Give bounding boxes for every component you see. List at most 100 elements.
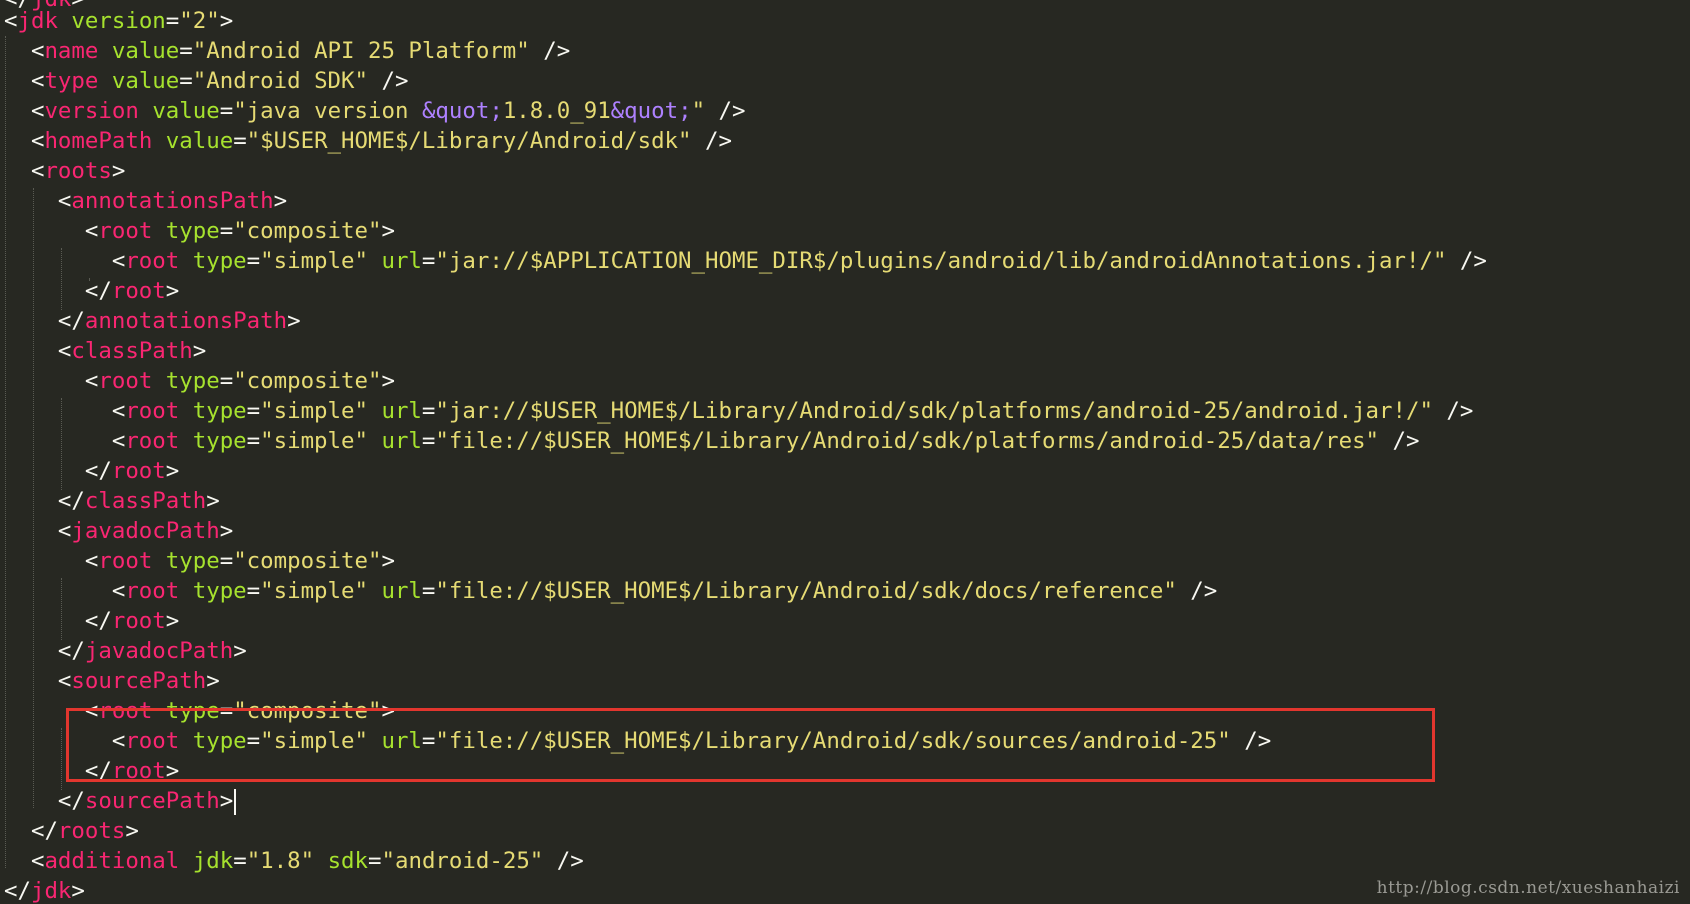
token-punctuation <box>152 698 165 724</box>
token-tag-name: root <box>125 728 180 754</box>
token-attribute-name: sdk <box>327 848 369 874</box>
token-punctuation: < <box>4 698 99 724</box>
token-tag-name: roots <box>57 818 126 844</box>
token-attribute-value: "simple" <box>260 428 368 454</box>
token-punctuation: /> <box>1379 428 1420 454</box>
token-punctuation: = <box>368 848 382 874</box>
token-tag-name: root <box>125 428 180 454</box>
code-line[interactable]: <annotationsPath> <box>4 186 287 216</box>
token-entity: &quot; <box>610 98 692 124</box>
token-punctuation: /> <box>691 128 732 154</box>
token-attribute-value: "android-25" <box>381 848 544 874</box>
token-attribute-value: "2" <box>179 8 220 34</box>
token-punctuation: > <box>219 518 234 544</box>
token-tag-name: root <box>125 398 180 424</box>
token-attribute-name: type <box>165 218 220 244</box>
code-editor[interactable]: </jdk> <jdk version="2"> <name value="And… <box>0 0 1690 904</box>
token-attribute-value: "java version <box>233 98 422 124</box>
code-line[interactable]: <type value="Android SDK" /> <box>4 66 409 96</box>
token-punctuation <box>179 248 192 274</box>
token-punctuation: </ <box>4 488 85 514</box>
token-attribute-value: "file://$USER_HOME$/Library/Android/sdk/… <box>435 728 1231 754</box>
code-line[interactable]: </root> <box>4 606 179 636</box>
token-punctuation: /> <box>529 38 571 64</box>
code-line[interactable]: <root type="composite"> <box>4 696 395 726</box>
code-line[interactable]: </classPath> <box>4 486 220 516</box>
token-tag-name: additional <box>44 848 180 874</box>
token-tag-name: root <box>111 278 166 304</box>
code-line[interactable]: <root type="simple" url="file://$USER_HO… <box>4 426 1420 456</box>
code-line[interactable]: </root> <box>4 456 179 486</box>
token-attribute-name: type <box>192 398 247 424</box>
token-punctuation: > <box>165 608 180 634</box>
token-punctuation: > <box>273 188 288 214</box>
code-line[interactable]: </javadocPath> <box>4 636 247 666</box>
token-punctuation <box>368 428 381 454</box>
token-tag-name: annotationsPath <box>71 188 274 214</box>
token-attribute-value: "file://$USER_HOME$/Library/Android/sdk/… <box>435 578 1177 604</box>
token-punctuation <box>368 248 381 274</box>
token-punctuation: = <box>179 68 193 94</box>
token-punctuation: /> <box>543 848 584 874</box>
token-attribute-value: "composite" <box>233 218 382 244</box>
code-line[interactable]: <root type="simple" url="jar://$USER_HOM… <box>4 396 1474 426</box>
code-line[interactable]: </jdk> <box>4 876 85 904</box>
code-line[interactable]: <roots> <box>4 156 125 186</box>
token-punctuation: = <box>421 728 436 754</box>
token-attribute-value: "jar://$USER_HOME$/Library/Android/sdk/p… <box>435 398 1433 424</box>
token-punctuation <box>179 578 192 604</box>
token-attribute-name: type <box>165 368 220 394</box>
code-line[interactable]: <version value="java version &quot;1.8.0… <box>4 96 746 126</box>
token-attribute-value: "Android SDK" <box>192 68 368 94</box>
token-attribute-name: value <box>111 68 180 94</box>
token-tag-name: javadocPath <box>84 638 234 664</box>
token-attribute-value: "jar://$APPLICATION_HOME_DIR$/plugins/an… <box>435 248 1447 274</box>
code-line[interactable]: <sourcePath> <box>4 666 220 696</box>
token-punctuation: /> <box>705 98 746 124</box>
token-punctuation: /> <box>1446 248 1487 274</box>
token-punctuation <box>179 728 192 754</box>
code-line[interactable]: <root type="composite"> <box>4 366 395 396</box>
token-punctuation: = <box>246 428 261 454</box>
token-punctuation: </ <box>4 458 112 484</box>
token-attribute-name: url <box>381 578 422 604</box>
token-punctuation: > <box>111 158 126 184</box>
token-attribute-value: "simple" <box>260 728 368 754</box>
code-line[interactable]: <jdk version="2"> <box>4 6 233 36</box>
code-line[interactable]: <classPath> <box>4 336 206 366</box>
code-line[interactable]: <root type="composite"> <box>4 546 395 576</box>
code-line[interactable]: <root type="simple" url="file://$USER_HO… <box>4 576 1217 606</box>
code-line[interactable]: <name value="Android API 25 Platform" /> <box>4 36 570 66</box>
token-tag-name: root <box>111 608 166 634</box>
token-tag-name: classPath <box>84 488 207 514</box>
code-line[interactable]: <root type="simple" url="jar://$APPLICAT… <box>4 246 1487 276</box>
code-line[interactable]: </roots> <box>4 816 139 846</box>
token-punctuation: /> <box>1176 578 1218 604</box>
code-line[interactable]: <homePath value="$USER_HOME$/Library/And… <box>4 126 732 156</box>
code-line[interactable]: <additional jdk="1.8" sdk="android-25" /… <box>4 846 584 876</box>
token-punctuation: > <box>287 308 301 334</box>
code-line[interactable]: <root type="composite"> <box>4 216 395 246</box>
code-line[interactable]: <javadocPath> <box>4 516 233 546</box>
code-line[interactable]: </root> <box>4 756 179 786</box>
token-attribute-name: url <box>381 428 422 454</box>
token-punctuation: < <box>4 398 126 424</box>
token-punctuation: < <box>4 98 45 124</box>
code-line[interactable]: </root> <box>4 276 179 306</box>
token-punctuation: < <box>4 338 72 364</box>
code-line[interactable]: <root type="simple" url="file://$USER_HO… <box>4 726 1271 756</box>
token-tag-name: root <box>111 458 166 484</box>
token-attribute-value: "simple" <box>260 578 368 604</box>
token-punctuation: < <box>4 368 99 394</box>
token-punctuation: > <box>165 278 180 304</box>
token-punctuation: = <box>421 578 436 604</box>
token-attribute-name: type <box>192 728 247 754</box>
token-punctuation <box>179 848 192 874</box>
token-punctuation: < <box>4 218 99 244</box>
token-punctuation: </ <box>4 878 31 904</box>
token-punctuation: = <box>246 728 261 754</box>
token-attribute-value: "simple" <box>260 248 368 274</box>
code-line[interactable]: </annotationsPath> <box>4 306 301 336</box>
token-tag-name: root <box>98 548 153 574</box>
code-line[interactable]: </sourcePath> <box>4 786 237 816</box>
